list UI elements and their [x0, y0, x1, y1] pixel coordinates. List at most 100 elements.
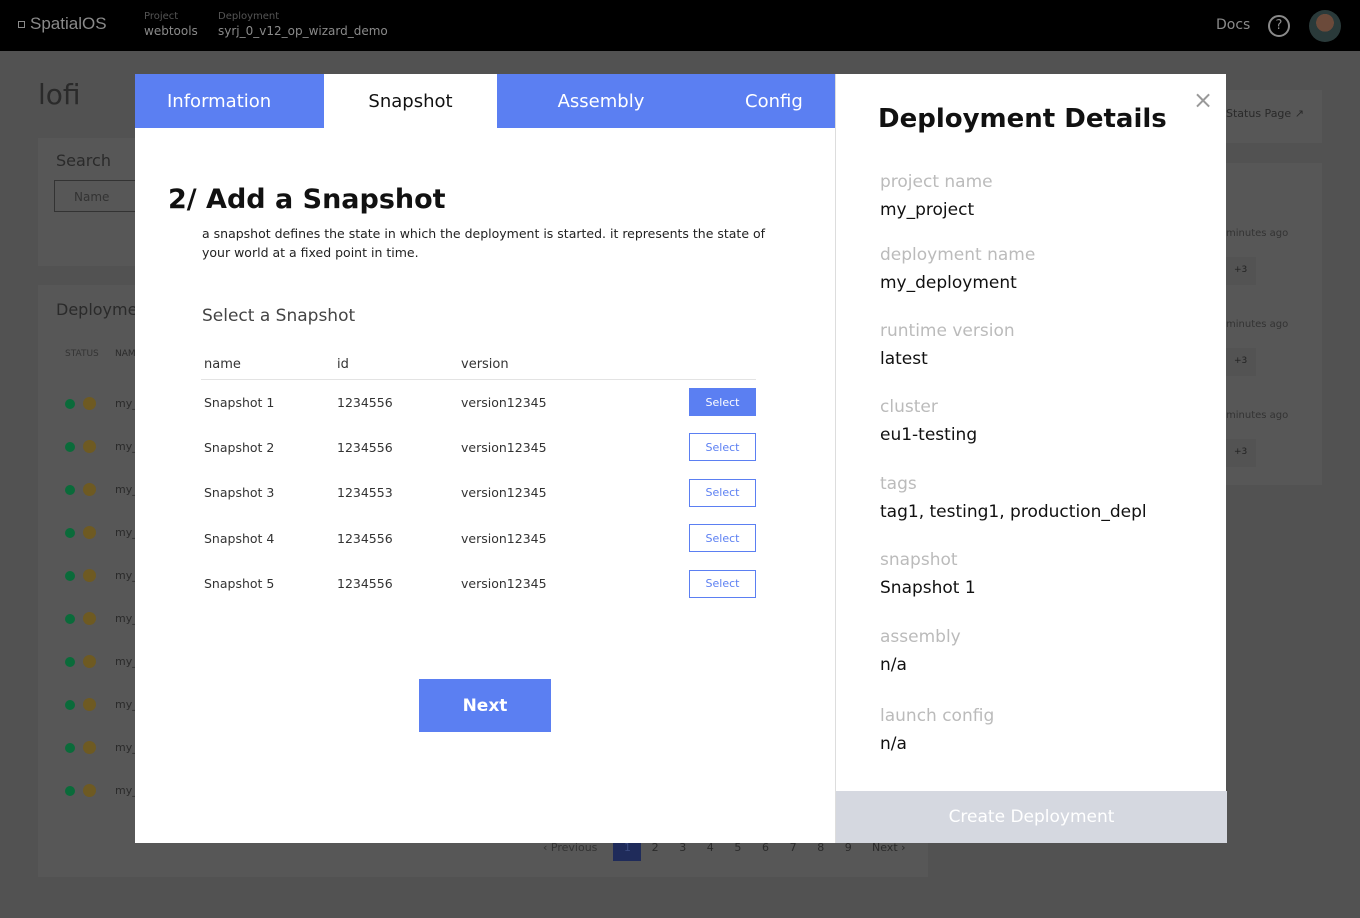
deployment-label: Deployment — [218, 11, 388, 22]
tab-snapshot[interactable]: Snapshot — [324, 74, 497, 128]
detail-value: eu1-testing — [880, 425, 977, 445]
detail-label: cluster — [880, 397, 938, 417]
clock-icon — [83, 483, 96, 496]
step-description: a snapshot defines the state in which th… — [202, 224, 772, 262]
clock-icon — [83, 569, 96, 582]
detail-label: snapshot — [880, 550, 958, 570]
running-status-icon — [65, 485, 75, 495]
time-ago: minutes ago — [1226, 319, 1288, 330]
help-icon[interactable]: ? — [1268, 15, 1290, 37]
tab-assembly[interactable]: Assembly — [497, 74, 705, 128]
select-snapshot-button[interactable]: Select — [689, 479, 756, 507]
name-column-header: NAM — [115, 349, 136, 359]
clock-icon — [83, 698, 96, 711]
breadcrumb-project[interactable]: Project webtools — [144, 11, 198, 38]
select-snapshot-button[interactable]: Select — [689, 433, 756, 461]
deployments-title: Deployme — [56, 300, 137, 319]
tab-config[interactable]: Config — [705, 74, 835, 128]
snapshot-id: 1234556 — [334, 379, 458, 425]
detail-value: my_project — [880, 200, 974, 220]
running-status-icon — [65, 700, 75, 710]
deployment-row[interactable]: my_ — [38, 612, 138, 626]
status-page-card: Status Page ↗ — [1226, 90, 1322, 143]
deployment-row[interactable]: my_ — [38, 741, 138, 755]
details-title: Deployment Details — [878, 104, 1167, 134]
snapshot-version: version12345 — [458, 425, 686, 471]
select-snapshot-button[interactable]: Select — [689, 570, 756, 598]
activity-card: minutes ago +3 minutes ago +3 minutes ag… — [1226, 163, 1322, 485]
snapshot-row: Snapshot 3 1234553 version12345 Select — [201, 470, 756, 516]
snapshot-row: Snapshot 5 1234556 version12345 Select — [201, 561, 756, 607]
detail-value: tag1, testing1, production_depl — [880, 502, 1147, 522]
detail-label: launch config — [880, 706, 994, 726]
running-status-icon — [65, 571, 75, 581]
status-page-label: Status Page — [1226, 107, 1291, 120]
brand-name: SpatialOS — [30, 14, 107, 33]
select-snapshot-button[interactable]: Select — [689, 524, 756, 552]
detail-value: my_deployment — [880, 273, 1017, 293]
snapshot-row: Snapshot 1 1234556 version12345 Select — [201, 379, 756, 425]
snapshot-id: 1234553 — [334, 470, 458, 516]
snapshot-row: Snapshot 2 1234556 version12345 Select — [201, 425, 756, 471]
column-header-id: id — [334, 350, 458, 379]
avatar[interactable] — [1309, 10, 1341, 42]
deployment-row[interactable]: my_ — [38, 569, 138, 583]
breadcrumb-deployment[interactable]: Deployment syrj_0_v12_op_wizard_demo — [218, 11, 388, 38]
tab-information[interactable]: Information — [135, 74, 324, 128]
tag-more-badge[interactable]: +3 — [1226, 439, 1256, 467]
clock-icon — [83, 655, 96, 668]
snapshot-name: Snapshot 3 — [201, 470, 334, 516]
select-snapshot-heading: Select a Snapshot — [202, 306, 355, 326]
detail-label: tags — [880, 474, 917, 494]
snapshot-name: Snapshot 5 — [201, 561, 334, 607]
time-ago: minutes ago — [1226, 228, 1288, 239]
deployment-row[interactable]: my_ — [38, 526, 138, 540]
create-deployment-button[interactable]: Create Deployment — [836, 791, 1227, 843]
running-status-icon — [65, 528, 75, 538]
next-button[interactable]: Next — [419, 679, 551, 732]
spatialos-logo[interactable]: SpatialOS — [18, 14, 107, 34]
search-title: Search — [56, 151, 111, 170]
clock-icon — [83, 784, 96, 797]
snapshot-name: Snapshot 1 — [201, 379, 334, 425]
page-title: lofi — [38, 78, 81, 111]
snapshot-row: Snapshot 4 1234556 version12345 Select — [201, 516, 756, 562]
close-icon[interactable]: × — [1193, 86, 1213, 114]
clock-icon — [83, 397, 96, 410]
detail-label: project name — [880, 172, 993, 192]
column-header-name: name — [201, 350, 334, 379]
detail-label: runtime version — [880, 321, 1015, 341]
top-bar: SpatialOS Project webtools Deployment sy… — [0, 0, 1360, 51]
snapshot-id: 1234556 — [334, 516, 458, 562]
search-card: Search Name — [38, 138, 148, 266]
docs-link[interactable]: Docs — [1216, 17, 1250, 33]
snapshot-id: 1234556 — [334, 561, 458, 607]
snapshot-version: version12345 — [458, 516, 686, 562]
snapshot-version: version12345 — [458, 561, 686, 607]
status-page-link[interactable]: Status Page ↗ — [1226, 107, 1304, 120]
search-filter-select[interactable]: Name — [54, 180, 144, 212]
running-status-icon — [65, 743, 75, 753]
snapshot-version: version12345 — [458, 470, 686, 516]
select-snapshot-button[interactable]: Select — [689, 388, 756, 416]
deployment-name: syrj_0_v12_op_wizard_demo — [218, 24, 388, 38]
status-column-header: STATUS — [65, 349, 99, 359]
deployment-row[interactable]: my_ — [38, 784, 138, 798]
tag-more-badge[interactable]: +3 — [1226, 257, 1256, 285]
deployment-row[interactable]: my_ — [38, 397, 138, 411]
deployment-row[interactable]: my_ — [38, 440, 138, 454]
running-status-icon — [65, 657, 75, 667]
deployment-row[interactable]: my_ — [38, 698, 138, 712]
step-title: 2/ Add a Snapshot — [168, 184, 446, 215]
detail-value: n/a — [880, 734, 907, 754]
deployment-row[interactable]: my_ — [38, 655, 138, 669]
snapshot-id: 1234556 — [334, 425, 458, 471]
deployment-details-panel: Deployment Details × project name my_proj… — [835, 74, 1226, 843]
detail-value: n/a — [880, 655, 907, 675]
running-status-icon — [65, 399, 75, 409]
snapshot-name: Snapshot 4 — [201, 516, 334, 562]
tag-more-badge[interactable]: +3 — [1226, 348, 1256, 376]
detail-value: latest — [880, 349, 928, 369]
deployment-row[interactable]: my_ — [38, 483, 138, 497]
project-label: Project — [144, 11, 198, 22]
